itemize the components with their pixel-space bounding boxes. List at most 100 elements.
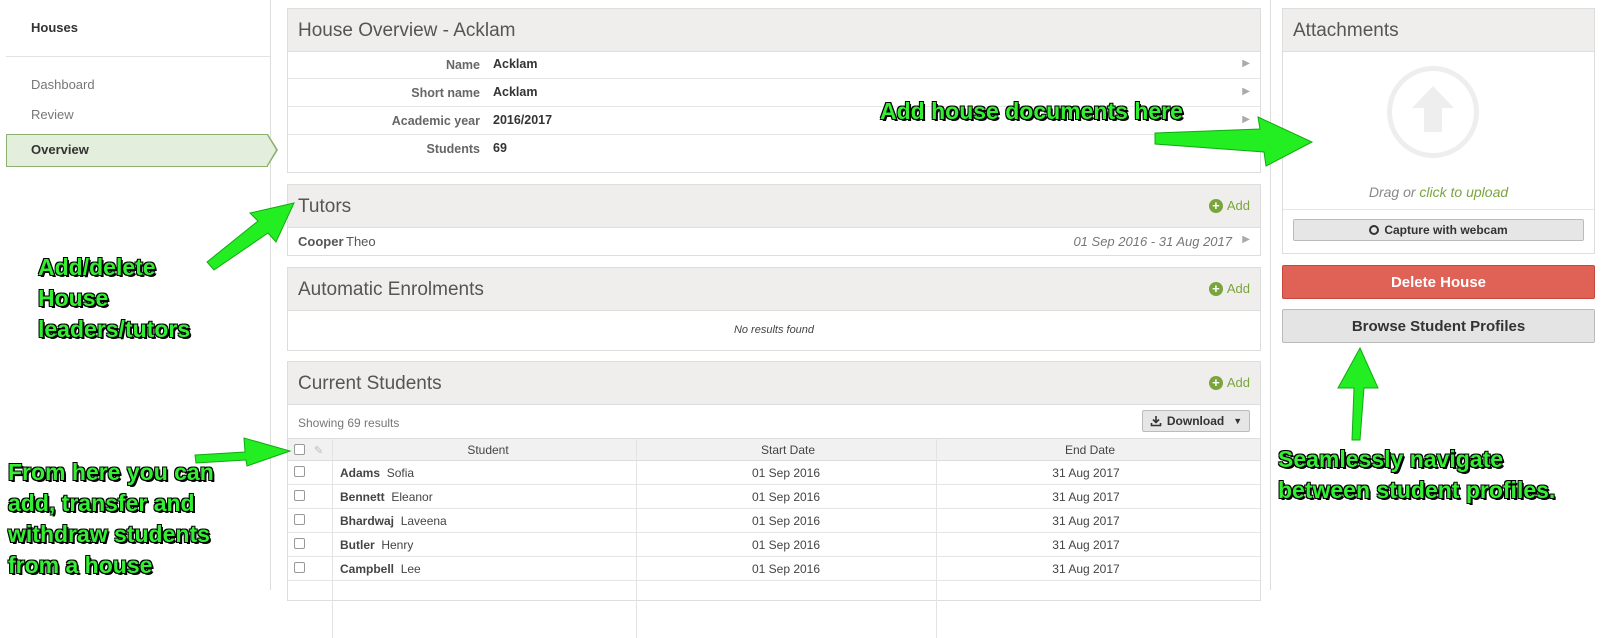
- overview-row-students: Students 69: [288, 135, 1260, 163]
- drag-text: Drag or: [1368, 184, 1416, 200]
- sidebar-item-dashboard[interactable]: Dashboard: [31, 77, 95, 92]
- table-row[interactable]: Campbell Lee 01 Sep 2016 31 Aug 2017: [288, 557, 1260, 581]
- pencil-icon[interactable]: ✎: [314, 444, 323, 457]
- add-label: Add: [1226, 375, 1250, 390]
- annotation-navigate: Seamlessly navigate between student prof…: [1278, 446, 1556, 503]
- house-overview-header: House Overview - Acklam: [288, 9, 1260, 52]
- end-date: 31 Aug 2017: [1052, 538, 1120, 552]
- add-enrolment-button[interactable]: + Add: [1208, 281, 1250, 296]
- row-expand-icon[interactable]: ▶: [1242, 114, 1250, 125]
- row-checkbox[interactable]: [294, 490, 305, 501]
- students-header: Current Students + Add: [288, 362, 1260, 405]
- start-date: 01 Sep 2016: [751, 538, 821, 552]
- start-date: 01 Sep 2016: [751, 466, 821, 480]
- browse-student-profiles-button[interactable]: Browse Student Profiles: [1282, 309, 1595, 343]
- row-value: 69: [493, 141, 507, 155]
- table-row[interactable]: Butler Henry 01 Sep 2016 31 Aug 2017: [288, 533, 1260, 557]
- download-label: Download: [1166, 414, 1225, 428]
- annotation-tutors: Add/delete House leaders/tutors: [38, 254, 191, 342]
- delete-house-button[interactable]: Delete House: [1282, 265, 1595, 299]
- end-date: 31 Aug 2017: [1052, 466, 1120, 480]
- upload-hint: Drag or click to upload: [1283, 184, 1594, 200]
- select-all-checkbox[interactable]: [294, 444, 305, 455]
- attachments-divider: [1283, 209, 1594, 210]
- row-checkbox[interactable]: [294, 466, 305, 477]
- sidebar-item-overview[interactable]: Overview: [6, 134, 278, 167]
- plus-circle-icon: +: [1208, 198, 1223, 213]
- tutors-header: Tutors + Add: [288, 185, 1260, 228]
- row-checkbox[interactable]: [294, 538, 305, 549]
- attachments-title: Attachments: [1293, 20, 1399, 41]
- sidebar-item-review[interactable]: Review: [31, 107, 74, 122]
- table-row[interactable]: Bhardwaj Laveena 01 Sep 2016 31 Aug 2017: [288, 509, 1260, 533]
- row-value: Acklam: [493, 85, 538, 99]
- capture-webcam-button[interactable]: Capture with webcam: [1293, 219, 1584, 241]
- webcam-label: Capture with webcam: [1384, 223, 1508, 237]
- student-name[interactable]: Adams Sofia: [340, 466, 414, 480]
- results-count: Showing 69 results: [298, 416, 400, 430]
- table-row[interactable]: Adams Sofia 01 Sep 2016 31 Aug 2017: [288, 461, 1260, 485]
- tutor-first-name: Theo: [346, 234, 376, 249]
- row-label: Academic year: [391, 114, 480, 128]
- attachments-header: Attachments: [1283, 9, 1594, 52]
- tutors-panel: Tutors + Add Cooper Theo 01 Sep 2016 - 3…: [287, 184, 1261, 256]
- upload-arrow-icon: [1412, 86, 1454, 132]
- tutor-dates: 01 Sep 2016 - 31 Aug 2017: [1073, 234, 1232, 249]
- current-students-panel: Current Students + Add Showing 69 result…: [287, 361, 1261, 638]
- click-to-upload-link[interactable]: click to upload: [1419, 184, 1508, 200]
- column-header-end-date[interactable]: End Date: [938, 443, 1242, 457]
- start-date: 01 Sep 2016: [751, 490, 821, 504]
- row-label: Name: [445, 58, 480, 72]
- sidebar-title: Houses: [31, 20, 78, 35]
- tutor-row[interactable]: Cooper Theo 01 Sep 2016 - 31 Aug 2017 ▶: [288, 227, 1260, 255]
- download-button[interactable]: Download ▼: [1142, 410, 1250, 432]
- no-results-text: No results found: [733, 324, 815, 336]
- table-row[interactable]: Bennett Eleanor 01 Sep 2016 31 Aug 2017: [288, 485, 1260, 509]
- end-date: 31 Aug 2017: [1052, 514, 1120, 528]
- row-value: 2016/2017: [493, 113, 553, 127]
- annotation-students: From here you can add, transfer and with…: [8, 459, 214, 578]
- tutor-last-name: Cooper: [298, 234, 344, 249]
- overview-row-name: Name Acklam ▶: [288, 51, 1260, 79]
- upload-dropzone[interactable]: [1387, 66, 1479, 158]
- row-expand-icon[interactable]: ▶: [1242, 58, 1250, 69]
- sidebar-divider: [6, 56, 270, 57]
- start-date: 01 Sep 2016: [751, 562, 821, 576]
- house-overview-panel: House Overview - Acklam Name Acklam ▶ Sh…: [287, 8, 1261, 173]
- row-label: Students: [426, 142, 480, 156]
- start-date: 01 Sep 2016: [751, 514, 821, 528]
- add-tutor-button[interactable]: + Add: [1208, 198, 1250, 213]
- enrolments-title: Automatic Enrolments: [298, 279, 484, 300]
- end-date: 31 Aug 2017: [1052, 490, 1120, 504]
- caret-down-icon: ▼: [1233, 416, 1243, 426]
- student-name[interactable]: Bhardwaj Laveena: [340, 514, 447, 528]
- row-checkbox[interactable]: [294, 514, 305, 525]
- arrow-to-browse-button: [1337, 346, 1379, 441]
- download-icon: [1150, 416, 1162, 427]
- column-header-start-date[interactable]: Start Date: [638, 443, 938, 457]
- annotation-add-documents: Add house documents here: [880, 98, 1183, 124]
- plus-circle-icon: +: [1208, 281, 1223, 296]
- webcam-icon: [1369, 225, 1380, 235]
- end-date: 31 Aug 2017: [1052, 562, 1120, 576]
- plus-circle-icon: +: [1208, 375, 1223, 390]
- page-title: House Overview - Acklam: [298, 20, 516, 41]
- students-title: Current Students: [298, 373, 442, 394]
- add-label: Add: [1226, 198, 1250, 213]
- sidebar-item-overview-label: Overview: [31, 142, 89, 157]
- automatic-enrolments-panel: Automatic Enrolments + Add No results fo…: [287, 267, 1261, 351]
- row-expand-icon[interactable]: ▶: [1242, 86, 1250, 97]
- attachments-panel: Attachments Drag or click to upload Capt…: [1282, 8, 1595, 254]
- row-checkbox[interactable]: [294, 562, 305, 573]
- student-name[interactable]: Bennett Eleanor: [340, 490, 433, 504]
- student-name[interactable]: Campbell Lee: [340, 562, 421, 576]
- add-label: Add: [1226, 281, 1250, 296]
- student-name[interactable]: Butler Henry: [340, 538, 413, 552]
- students-table-header: ✎ Student Start Date End Date: [288, 438, 1260, 461]
- tutors-title: Tutors: [298, 196, 352, 217]
- right-column-divider: [1270, 0, 1271, 590]
- column-header-student[interactable]: Student: [338, 443, 638, 457]
- add-student-button[interactable]: + Add: [1208, 375, 1250, 390]
- row-value: Acklam: [493, 57, 538, 71]
- row-expand-icon[interactable]: ▶: [1242, 234, 1250, 245]
